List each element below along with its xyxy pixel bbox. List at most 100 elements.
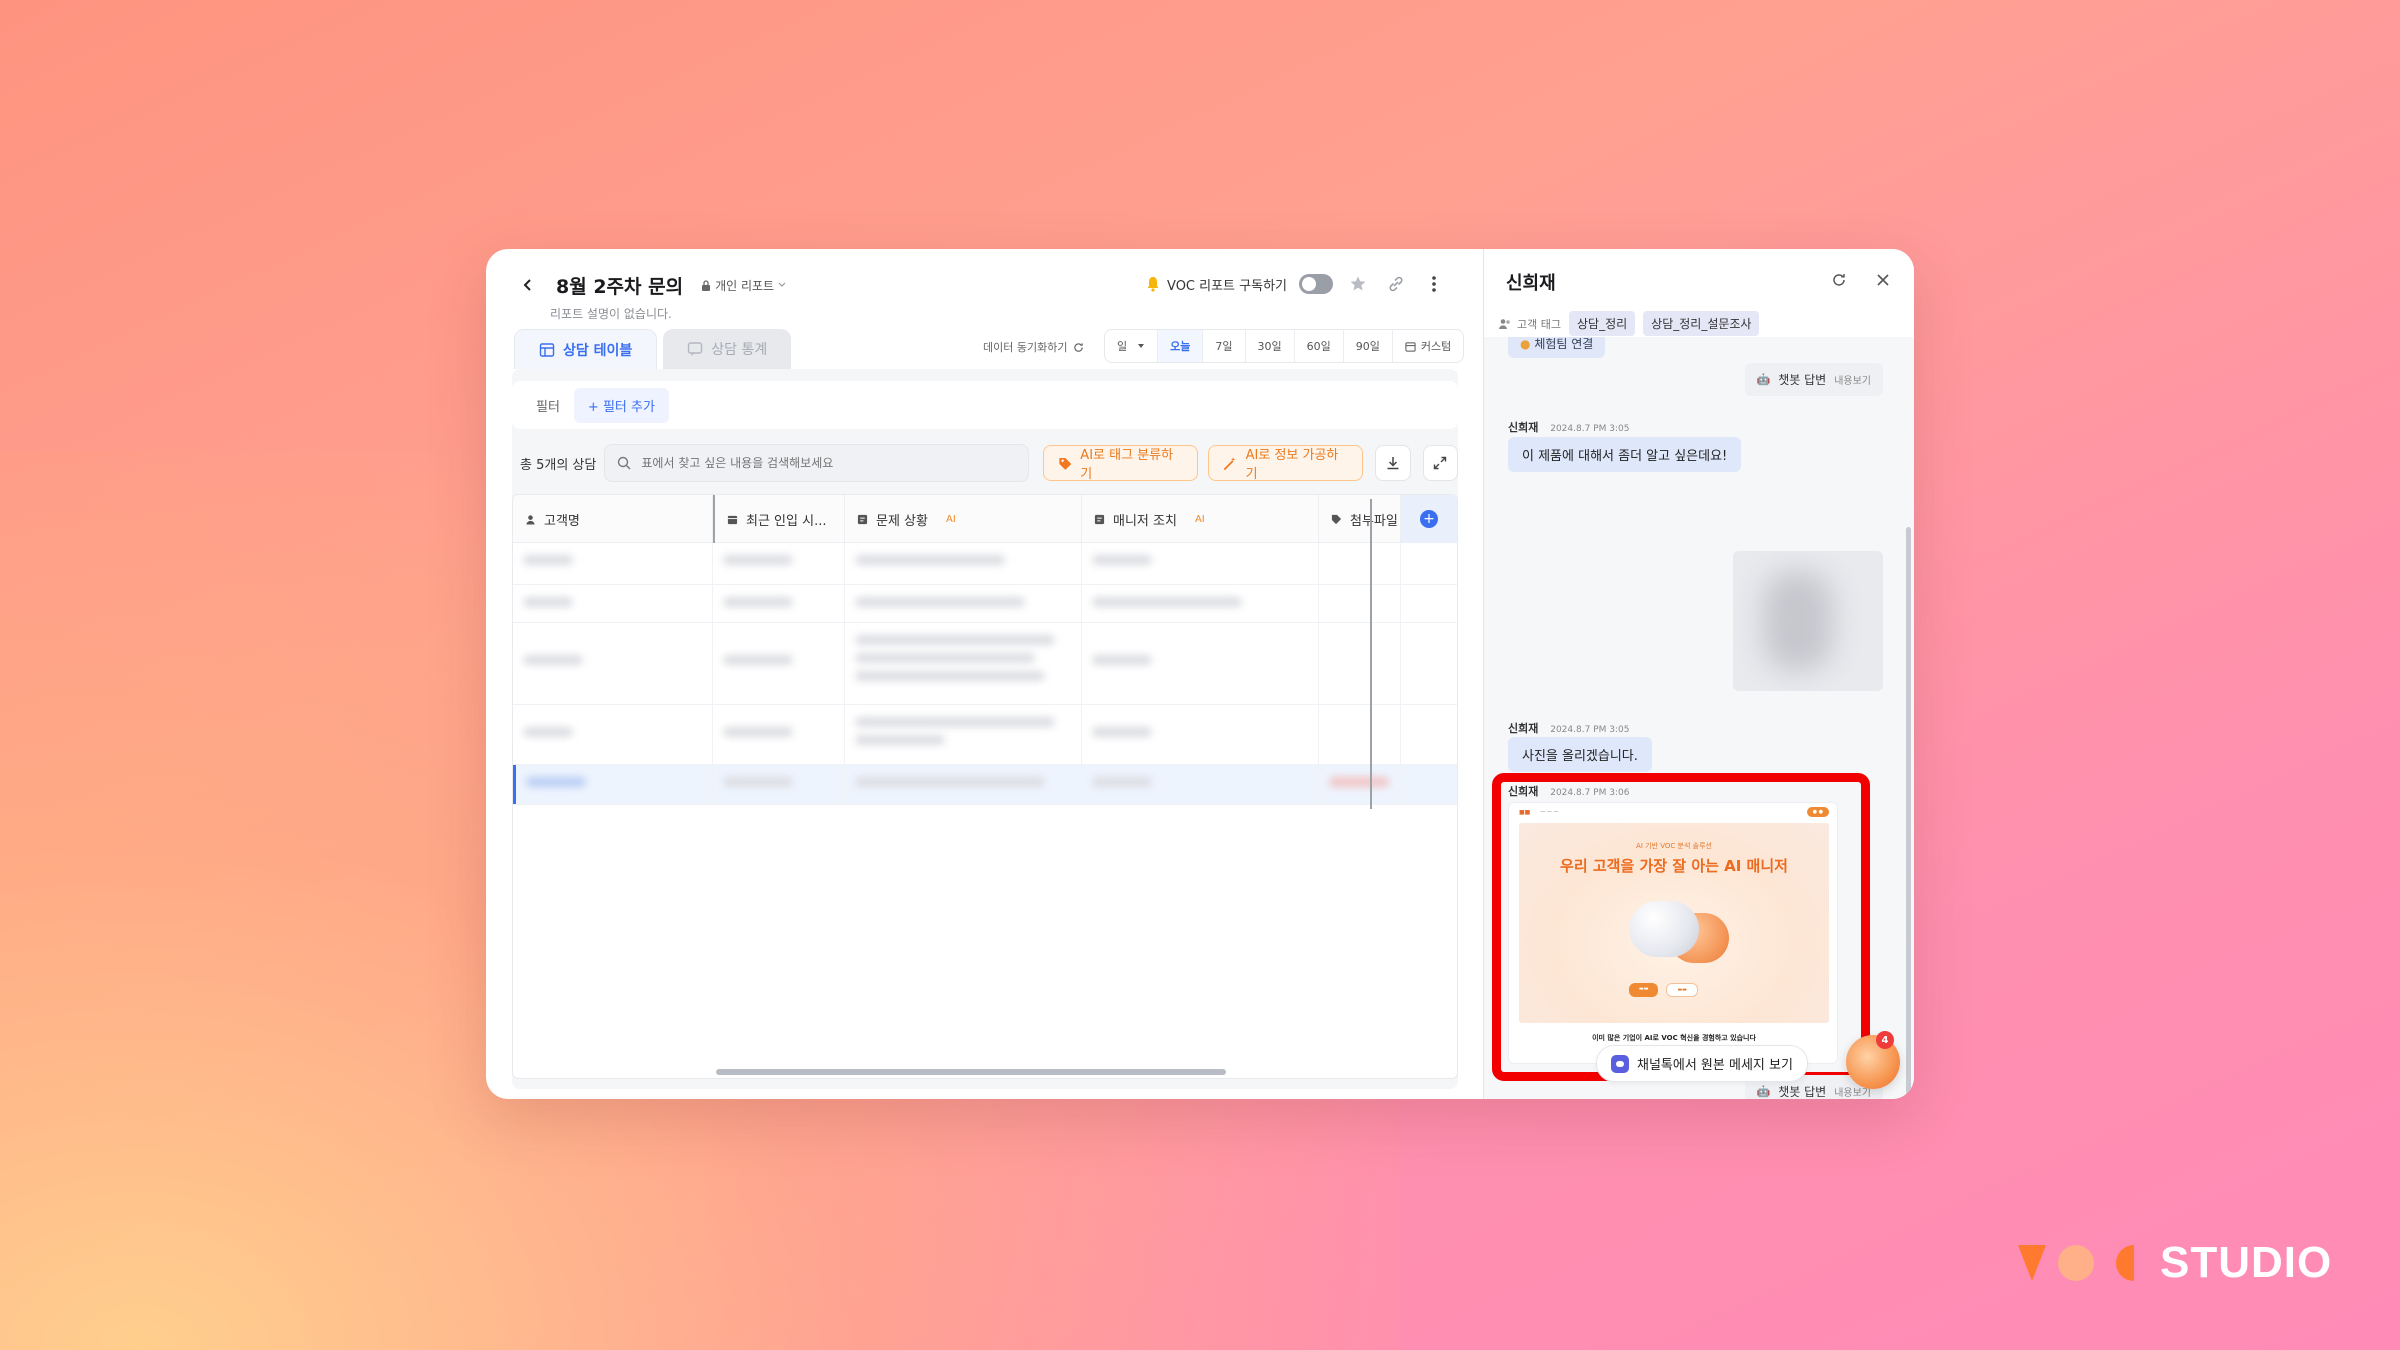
close-icon [1877,274,1889,286]
column-header-manager[interactable]: 매니저 조치 AI [1082,495,1319,543]
close-button[interactable] [1870,267,1896,293]
bell-icon [1147,277,1159,292]
tab-label: 상담 테이블 [563,342,633,359]
more-menu-button[interactable] [1421,271,1447,297]
range-option-30d[interactable]: 30일 [1246,330,1295,362]
tab-consult-stats[interactable]: 상담 통계 [663,329,792,369]
range-option-7d[interactable]: 7일 [1203,330,1246,362]
back-button[interactable] [514,271,542,299]
star-icon [1350,276,1366,291]
horizontal-scrollbar[interactable] [716,1069,1226,1075]
customer-name: 신희재 [1506,273,1556,294]
table-cell [1319,543,1401,584]
table-cell [713,765,845,804]
table-row[interactable] [513,543,1457,585]
table-cell [1319,585,1401,622]
table-cell [1082,543,1319,584]
report-title: 8월 2주차 문의 [556,275,684,298]
range-unit-dropdown[interactable]: 일 [1105,330,1159,362]
table-cell [845,543,1082,584]
report-panel: 8월 2주차 문의 개인 리포트 리포트 설명이 없습니다. VOC 리포트 구… [486,249,1483,1099]
table-row[interactable] [513,705,1457,765]
table-cell [845,765,1082,804]
search-box [604,444,1029,482]
more-vertical-icon [1432,276,1436,292]
tag-label-text: 고객 태그 [1517,317,1561,331]
column-label: 최근 인입 시... [746,513,827,529]
message-time: 2024.8.7 PM 3:05 [1550,424,1630,434]
blurred-image-attachment[interactable] [1733,551,1883,691]
message-sender: 신희재 [1508,421,1539,434]
subscribe-toggle[interactable] [1299,274,1333,294]
table-cell [845,705,1082,764]
table-cell [713,585,845,622]
add-filter-button[interactable]: + 필터 추가 [573,387,669,423]
table-cell [1082,585,1319,622]
chip-text: 체험팀 연결 [1534,337,1594,351]
message-bubble: 이 제품에 대해서 좀더 알고 싶은데요! [1508,437,1742,472]
view-content-link[interactable]: 내용보기 [1834,372,1871,387]
download-button[interactable] [1375,445,1411,481]
view-original-button[interactable]: 채널톡에서 원본 메세지 보기 [1596,1045,1808,1082]
customer-tag[interactable]: 상담_정리 [1568,311,1636,336]
privacy-dropdown[interactable]: 개인 리포트 [701,277,786,294]
frozen-column-divider[interactable] [1370,499,1372,809]
table-cell [1319,765,1401,804]
header-actions: VOC 리포트 구독하기 [1145,271,1447,297]
bot-reply-chip[interactable]: 🤖 챗봇 답변 내용보기 [1744,363,1883,396]
bot-chip-partial: ● 체험팀 연결 [1508,337,1606,358]
copy-link-button[interactable] [1383,271,1409,297]
table-cell [513,705,713,764]
column-header-customer[interactable]: 고객명 [513,495,713,543]
table-cell [713,623,845,704]
table-cell [513,585,713,622]
ai-tag-classify-button[interactable]: AI로 태그 분류하기 [1042,445,1198,482]
expand-button[interactable] [1422,445,1458,481]
tab-consult-table[interactable]: 상담 테이블 [514,329,658,369]
ai-info-process-button[interactable]: AI로 정보 가공하기 [1207,445,1364,482]
tab-label: 상담 통계 [711,342,768,358]
view-tabs: 상담 테이블 상담 통계 [514,329,792,369]
view-original-label: 채널톡에서 원본 메세지 보기 [1637,1058,1793,1073]
date-range-selector: 일 오늘 7일 30일 60일 90일 커스텀 [1104,329,1465,363]
refresh-icon [1074,342,1084,352]
refresh-button[interactable] [1826,267,1852,293]
vertical-scrollbar[interactable] [1906,527,1911,1099]
customer-tags: 고객 태그 상담_정리 상담_정리_설문조사 [1498,311,1760,336]
custom-label: 커스텀 [1420,340,1452,353]
tag-icon [1331,514,1342,524]
ai-badge: AI [945,513,956,525]
favorite-button[interactable] [1345,271,1371,297]
table-row[interactable] [513,585,1457,623]
customer-tag[interactable]: 상담_정리_설문조사 [1643,311,1760,336]
column-label: 문제 상황 [876,513,928,529]
users-icon [1499,318,1510,329]
tag-label: 고객 태그 [1498,316,1561,332]
column-header-attachment[interactable]: 첨부파일 [1319,495,1401,543]
add-column-button[interactable]: + [1401,495,1457,543]
table-row-selected[interactable] [513,765,1457,805]
table-cell [713,705,845,764]
people-icon: ● [1520,337,1531,351]
chat-panel-actions [1826,267,1896,293]
search-input[interactable] [641,456,1022,470]
filter-label: 필터 [536,399,560,415]
range-option-custom[interactable]: 커스텀 [1393,330,1463,362]
range-option-90d[interactable]: 90일 [1344,330,1393,362]
sync-data-button[interactable]: 데이터 동기화하기 [983,339,1084,355]
range-option-60d[interactable]: 60일 [1295,330,1344,362]
column-header-problem[interactable]: 문제 상황 AI [845,495,1082,543]
table-toolbar: 총 5개의 상담 AI로 태그 분류하기 AI로 정보 가공하기 [512,441,1458,485]
chevron-left-icon [523,279,531,291]
brand-logo: STUDIO [2016,1238,2332,1288]
range-option-today[interactable]: 오늘 [1158,330,1204,362]
report-header: 8월 2주차 문의 개인 리포트 [514,271,786,299]
voc-logo-icon [2018,1245,2134,1281]
column-header-recent[interactable]: 최근 인입 시... [713,495,845,543]
ai-tag-label: AI로 태그 분류하기 [1080,448,1174,482]
subscribe-control: VOC 리포트 구독하기 [1145,275,1287,294]
table-row[interactable] [513,623,1457,705]
chat-history: ● 체험팀 연결 🤖 챗봇 답변 내용보기 신희재 2024.8.7 PM 3:… [1484,337,1914,1099]
message-time: 2024.8.7 PM 3:05 [1550,725,1630,735]
caret-down-icon [1138,344,1145,348]
